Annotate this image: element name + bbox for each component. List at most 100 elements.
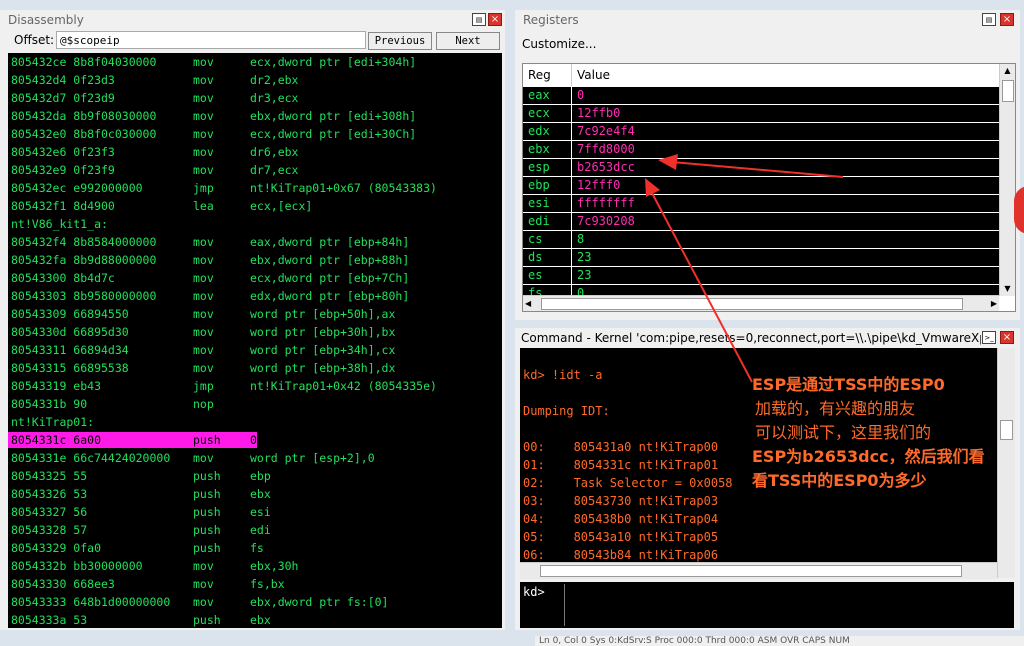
disasm-line[interactable]: 805432fa 8b9d88000000 mov ebx,dword ptr [e… [8, 251, 502, 269]
register-row-ebx[interactable]: ebx 7ffd8000 [523, 140, 999, 159]
disasm-op: push [193, 613, 221, 627]
horizontal-scrollbar[interactable]: ◀ ▶ [523, 295, 999, 311]
disasm-line[interactable]: 8054331b 90 nop [8, 395, 502, 413]
disasm-arg: edi [250, 523, 271, 537]
disassembly-listing[interactable]: 805432ce 8b8f04030000 mov ecx,dword ptr [e… [8, 53, 502, 628]
register-row-ebp[interactable]: ebp 12fff0 [523, 176, 999, 195]
disasm-line[interactable]: 805432e9 0f23f9 mov dr7,ecx [8, 161, 502, 179]
disasm-addr: 80543309 66894550 [11, 307, 129, 321]
disasm-line[interactable]: 805432ec e992000000 jmp nt!KiTrap01+0x67 (… [8, 179, 502, 197]
vertical-scrollbar[interactable]: ▲ ▼ [999, 64, 1015, 296]
previous-button[interactable]: Previous [368, 32, 432, 50]
col-value-header[interactable]: Value [577, 64, 610, 86]
scroll-right-icon[interactable]: ▶ [991, 296, 997, 311]
disasm-line[interactable]: 80543319 eb43 jmp nt!KiTrap01+0x42 (805433… [8, 377, 502, 395]
register-row-edi[interactable]: edi 7c930208 [523, 212, 999, 231]
close-icon[interactable]: × [1000, 331, 1014, 344]
disasm-line[interactable]: 8054331c 6a00 push 0 [8, 431, 502, 449]
register-row-ecx[interactable]: ecx 12ffb0 [523, 104, 999, 123]
column-divider [571, 177, 572, 195]
disasm-op: mov [193, 361, 214, 375]
scroll-thumb[interactable] [1002, 80, 1014, 102]
register-row-esi[interactable]: esi ffffffff [523, 194, 999, 213]
scroll-down-icon[interactable]: ▼ [1000, 282, 1015, 296]
disasm-line[interactable]: 805432d7 0f23d9 mov dr3,ecx [8, 89, 502, 107]
register-value[interactable]: 7ffd8000 [577, 141, 635, 158]
disassembly-title: Disassembly [8, 13, 84, 27]
register-name: cs [528, 232, 543, 246]
disasm-line[interactable]: 80543309 66894550 mov word ptr [ebp+50h],a… [8, 305, 502, 323]
disasm-line[interactable]: 805432da 8b9f08030000 mov ebx,dword ptr [e… [8, 107, 502, 125]
scroll-up-icon[interactable]: ▲ [1000, 64, 1015, 78]
col-reg-header[interactable]: Reg [528, 64, 551, 86]
command-icon[interactable]: >_ [982, 331, 996, 344]
disasm-op: mov [193, 595, 214, 609]
disasm-line[interactable]: 80543327 56 push esi [8, 503, 502, 521]
disasm-op: mov [193, 55, 214, 69]
register-value[interactable]: 23 [577, 249, 591, 266]
scroll-left-icon[interactable]: ◀ [525, 296, 531, 311]
disasm-line[interactable]: 80543303 8b9580000000 mov edx,dword ptr [e… [8, 287, 502, 305]
disasm-line[interactable]: 80543333 648b1d00000000 mov ebx,dword ptr … [8, 593, 502, 611]
disasm-line[interactable]: 80543325 55 push ebp [8, 467, 502, 485]
register-name: ecx [528, 106, 550, 120]
register-value[interactable]: 12ffb0 [577, 105, 620, 122]
window-menu-icon[interactable]: ▤ [982, 13, 996, 26]
disasm-line[interactable]: 80543326 53 push ebx [8, 485, 502, 503]
disasm-arg: ebx,dword ptr [ebp+88h] [250, 253, 410, 267]
register-row-ds[interactable]: ds 23 [523, 248, 999, 267]
register-value[interactable]: ffffffff [577, 195, 635, 212]
disasm-line[interactable]: 80543300 8b4d7c mov ecx,dword ptr [ebp+7Ch… [8, 269, 502, 287]
command-vscroll[interactable] [997, 348, 1015, 578]
disasm-label[interactable]: nt!V86_kit1_a: [8, 215, 502, 233]
scroll-thumb-h[interactable] [541, 298, 963, 310]
register-row-cs[interactable]: cs 8 [523, 230, 999, 249]
command-hscroll[interactable] [520, 562, 997, 579]
offset-input[interactable] [56, 31, 366, 49]
register-value[interactable]: 23 [577, 267, 591, 284]
floating-button[interactable] [1014, 186, 1024, 234]
register-value[interactable]: 12fff0 [577, 177, 620, 194]
disasm-label[interactable]: nt!KiTrap01: [8, 413, 502, 431]
register-value[interactable]: b2653dcc [577, 159, 635, 176]
next-button[interactable]: Next [436, 32, 500, 50]
disasm-line[interactable]: 805432e0 8b8f0c030000 mov ecx,dword ptr [e… [8, 125, 502, 143]
command-output-line: 04: 805438b0 nt!KiTrap04 [523, 512, 719, 526]
register-name: edx [528, 124, 550, 138]
register-value[interactable]: 7c930208 [577, 213, 635, 230]
registers-title: Registers [523, 13, 579, 27]
register-value[interactable]: 8 [577, 231, 584, 248]
disasm-line[interactable]: 805432f4 8b8584000000 mov eax,dword ptr [e… [8, 233, 502, 251]
disasm-line[interactable]: 80543328 57 push edi [8, 521, 502, 539]
disasm-line[interactable]: 8054333a 53 push ebx [8, 611, 502, 628]
disasm-line[interactable]: 8054332b bb30000000 mov ebx,30h [8, 557, 502, 575]
register-row-edx[interactable]: edx 7c92e4f4 [523, 122, 999, 141]
registers-table[interactable]: Reg Value eax 0 ecx 12ffb0 edx 7c92e4f4 ebx 7ff… [522, 63, 1016, 312]
close-icon[interactable]: × [1000, 13, 1014, 26]
window-menu-icon[interactable]: ▤ [472, 13, 486, 26]
scroll-thumb-h[interactable] [540, 565, 962, 577]
disasm-arg: edx,dword ptr [ebp+80h] [250, 289, 410, 303]
register-row-esp[interactable]: esp b2653dcc [523, 158, 999, 177]
disasm-line[interactable]: 8054330d 66895d30 mov word ptr [ebp+30h],b… [8, 323, 502, 341]
close-icon[interactable]: × [488, 13, 502, 26]
disasm-line[interactable]: 80543311 66894d34 mov word ptr [ebp+34h],c… [8, 341, 502, 359]
register-value[interactable]: 7c92e4f4 [577, 123, 635, 140]
disasm-line[interactable]: 805432f1 8d4900 lea ecx,[ecx] [8, 197, 502, 215]
disasm-op: mov [193, 451, 214, 465]
disasm-line[interactable]: 805432d4 0f23d3 mov dr2,ebx [8, 71, 502, 89]
register-value[interactable]: 0 [577, 87, 584, 104]
disasm-line[interactable]: 80543315 66895538 mov word ptr [ebp+38h],d… [8, 359, 502, 377]
scroll-thumb[interactable] [1000, 420, 1013, 440]
customize-link[interactable]: Customize... [522, 37, 596, 51]
command-input[interactable] [564, 584, 1011, 626]
disasm-line[interactable]: 80543330 668ee3 mov fs,bx [8, 575, 502, 593]
register-row-eax[interactable]: eax 0 [523, 86, 999, 105]
disasm-line[interactable]: 8054331e 66c74424020000 mov word ptr [esp+… [8, 449, 502, 467]
disasm-line[interactable]: 805432ce 8b8f04030000 mov ecx,dword ptr [e… [8, 53, 502, 71]
disasm-arg: eax,dword ptr [ebp+84h] [250, 235, 410, 249]
disasm-line[interactable]: 80543329 0fa0 push fs [8, 539, 502, 557]
disasm-line[interactable]: 805432e6 0f23f3 mov dr6,ebx [8, 143, 502, 161]
register-row-es[interactable]: es 23 [523, 266, 999, 285]
disasm-op: mov [193, 307, 214, 321]
